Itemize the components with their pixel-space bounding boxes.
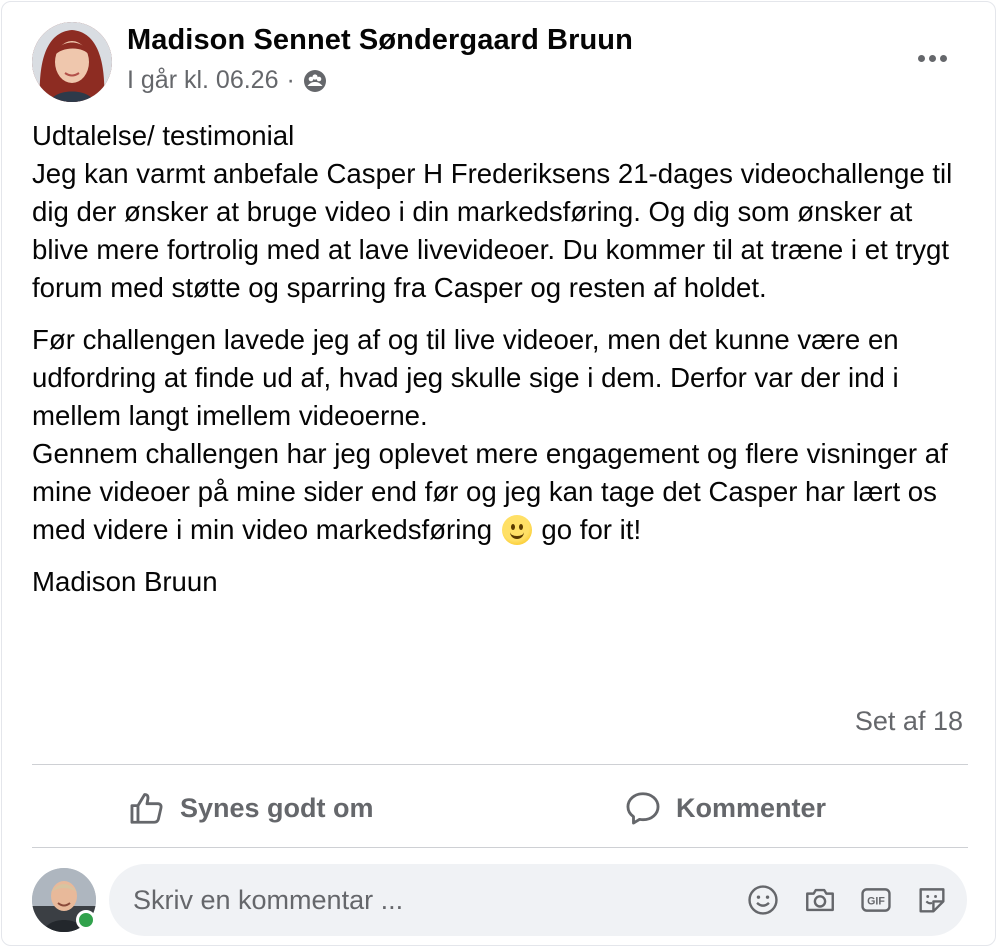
post-card: Madison Sennet Søndergaard Bruun I går k… [1, 1, 996, 946]
speech-bubble-icon [626, 792, 660, 825]
post-paragraph-text: go for it! [541, 514, 642, 545]
post-body: Udtalelse/ testimonial Jeg kan varmt anb… [32, 117, 972, 601]
gif-button[interactable]: GIF [856, 880, 896, 920]
slightly-smiling-face-emoji [501, 515, 532, 545]
post-paragraph-text: Gennem challengen har jeg oplevet mere e… [32, 438, 948, 545]
author-portrait-icon [32, 22, 112, 102]
post-paragraph: Udtalelse/ testimonial [32, 120, 295, 151]
camera-icon [806, 888, 834, 912]
author-avatar[interactable] [32, 22, 112, 102]
thumbs-up-icon [130, 793, 163, 824]
emoji-icon [748, 885, 778, 915]
online-status-indicator [76, 910, 96, 930]
comment-composer: GIF [109, 864, 967, 936]
actions-bottom-divider [32, 847, 968, 848]
meta-separator: · [286, 66, 295, 94]
post-signature: Madison Bruun [32, 566, 218, 597]
post-paragraph: Før challengen lavede jeg af og til live… [32, 324, 899, 431]
emoji-button[interactable] [743, 880, 783, 920]
comment-input[interactable] [131, 883, 695, 917]
author-name[interactable]: Madison Sennet Søndergaard Bruun [127, 24, 633, 57]
post-paragraph: Jeg kan varmt anbefale Casper H Frederik… [32, 158, 953, 303]
sticker-button[interactable] [912, 880, 952, 920]
sticker-icon [919, 888, 945, 913]
svg-text:GIF: GIF [867, 896, 885, 908]
actions-top-divider [32, 764, 968, 765]
more-options-icon [917, 54, 925, 62]
like-button[interactable]: Synes godt om [128, 784, 374, 832]
like-label: Synes godt om [180, 792, 374, 823]
group-audience-icon[interactable] [303, 69, 327, 93]
comment-label: Kommenter [676, 792, 827, 823]
post-timestamp[interactable]: I går kl. 06.26 [127, 66, 278, 95]
seen-by-count[interactable]: Set af 18 [855, 706, 963, 737]
comment-button[interactable]: Kommenter [624, 784, 826, 832]
post-paragraph: Gennem challengen har jeg oplevet mere e… [32, 435, 972, 549]
more-options-button[interactable] [907, 38, 957, 78]
post-meta: I går kl. 06.26 · [127, 66, 327, 95]
gif-icon: GIF [861, 888, 891, 912]
camera-button[interactable] [800, 880, 840, 920]
